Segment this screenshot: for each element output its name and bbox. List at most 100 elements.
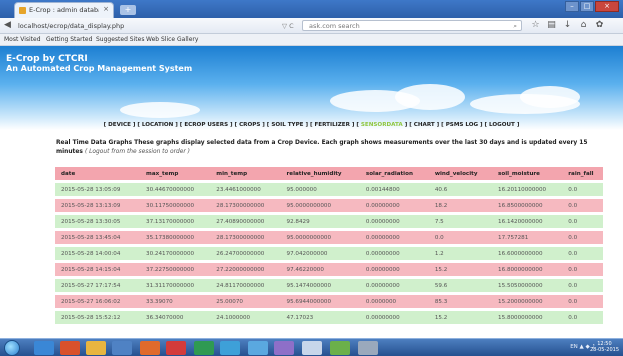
- table-cell-soil-moisture: 16.8000000000: [492, 263, 563, 276]
- column-header-wind-velocity: wind_velocity: [428, 167, 493, 180]
- table-cell-rain-fall: 0.0: [562, 311, 603, 324]
- sensor-data-table: date max_temp min_temp relative_humidity sol…: [55, 164, 603, 327]
- reading-list-icon[interactable]: ▤: [546, 20, 557, 31]
- nav-link-soil-type[interactable]: SOIL TYPE: [271, 122, 303, 128]
- nav-link-psms-log[interactable]: PSMS LOG: [446, 122, 478, 128]
- table-cell-wind-velocity: 15.2: [428, 311, 493, 324]
- media-icon[interactable]: [60, 341, 80, 355]
- table-cell-soil-moisture: 16.20110000000: [492, 183, 563, 196]
- table-cell-max-temp: 35.17380000000: [140, 231, 211, 244]
- url-field[interactable]: localhost/ecrop/data_display.php: [18, 22, 124, 30]
- table-cell-wind-velocity: 7.5: [428, 215, 493, 228]
- table-cell-relative-humidity: 97.042000000: [280, 247, 360, 260]
- table-cell-rain-fall: 0.0: [562, 295, 603, 308]
- bookmark-getting-started[interactable]: Getting Started: [46, 36, 92, 43]
- table-cell-wind-velocity: 40.6: [428, 183, 493, 196]
- back-arrow-icon[interactable]: ◀: [4, 20, 11, 30]
- table-row: 2015-05-28 13:05:09 30.44670000000 23.4461…: [55, 183, 603, 196]
- column-header-min-temp: min_temp: [210, 167, 281, 180]
- table-cell-max-temp: 37.22750000000: [140, 263, 211, 276]
- table-cell-date: 2015-05-28 13:45:04: [55, 231, 141, 244]
- nav-link-fertilizer[interactable]: FERTILIZER: [314, 122, 349, 128]
- table-cell-wind-velocity: 18.2: [428, 199, 493, 212]
- table-cell-solar-radiation: 0.00144800: [359, 183, 429, 196]
- table-cell-relative-humidity: 95.0000000000: [280, 231, 360, 244]
- nav-link-crops[interactable]: CROPS: [239, 122, 260, 128]
- table-cell-solar-radiation: 0.00000000: [359, 263, 429, 276]
- app-icon[interactable]: [274, 341, 294, 355]
- table-cell-solar-radiation: 0.00000000: [359, 199, 429, 212]
- start-button[interactable]: [4, 340, 20, 356]
- browser-tab-bar: E-Crop : admin database × + – □ ×: [0, 0, 623, 18]
- search-placeholder: ask.com search: [309, 22, 360, 30]
- table-cell-date: 2015-05-28 15:52:12: [55, 311, 141, 324]
- table-cell-wind-velocity: 85.3: [428, 295, 493, 308]
- table-cell-min-temp: 23.4461000000: [210, 183, 281, 196]
- search-input[interactable]: ask.com search ⌕: [302, 20, 522, 31]
- download-icon[interactable]: ↓: [562, 20, 573, 31]
- table-row: 2015-05-28 13:13:09 30.11750000000 28.1730…: [55, 199, 603, 212]
- nav-link-logout[interactable]: LOGOUT: [489, 122, 515, 128]
- bookmark-star-icon[interactable]: ☆: [530, 20, 541, 31]
- cloud-decoration: [520, 86, 580, 108]
- bookmark-suggested-sites[interactable]: Suggested Sites: [96, 36, 144, 43]
- column-header-soil-moisture: soil_moisture: [492, 167, 563, 180]
- table-cell-relative-humidity: 95.0000000000: [280, 199, 360, 212]
- table-cell-rain-fall: 0.0: [562, 279, 603, 292]
- browser-tab[interactable]: E-Crop : admin database ×: [14, 2, 114, 18]
- table-cell-soil-moisture: 16.1420000000: [492, 215, 563, 228]
- explorer-icon[interactable]: [248, 341, 268, 355]
- close-window-button[interactable]: ×: [595, 1, 619, 12]
- windows-taskbar: EN ▲ ◆ ♪ 12:50 28-05-2015: [0, 338, 623, 356]
- table-cell-date: 2015-05-27 17:17:54: [55, 279, 141, 292]
- nav-link-device[interactable]: DEVICE: [108, 122, 131, 128]
- bookmark-most-visited[interactable]: Most Visited: [4, 36, 41, 43]
- table-cell-soil-moisture: 15.2000000000: [492, 295, 563, 308]
- nav-link-chart[interactable]: CHART: [414, 122, 435, 128]
- table-cell-soil-moisture: 15.5050000000: [492, 279, 563, 292]
- acrobat-icon[interactable]: [166, 341, 186, 355]
- tab-close-icon[interactable]: ×: [103, 5, 109, 13]
- window-controls: – □ ×: [564, 1, 619, 13]
- excel-icon[interactable]: [194, 341, 214, 355]
- table-cell-relative-humidity: 47.17023: [280, 311, 360, 324]
- ie-icon[interactable]: [34, 341, 54, 355]
- site-favicon-icon: [19, 7, 26, 14]
- bookmark-web-slice-gallery[interactable]: Web Slice Gallery: [146, 36, 198, 43]
- word-icon[interactable]: [112, 341, 132, 355]
- settings-icon[interactable]: [358, 341, 378, 355]
- tab-title: E-Crop : admin database: [29, 6, 99, 14]
- table-cell-rain-fall: 0.0: [562, 263, 603, 276]
- site-title: E-Crop by CTCRI: [6, 54, 88, 64]
- maximize-button[interactable]: □: [580, 1, 594, 12]
- table-cell-max-temp: 30.24170000000: [140, 247, 211, 260]
- nav-link-ecrop-users[interactable]: ECROP USERS: [184, 122, 228, 128]
- table-cell-date: 2015-05-28 13:05:09: [55, 183, 141, 196]
- nav-link-sensordata[interactable]: SENSORDATA: [361, 122, 403, 128]
- new-tab-button[interactable]: +: [120, 5, 136, 15]
- description-note: ( Logout from the session to order ): [84, 148, 190, 155]
- addon-icon[interactable]: ✿: [594, 20, 605, 31]
- table-cell-max-temp: 30.44670000000: [140, 183, 211, 196]
- table-cell-date: 2015-05-28 14:00:04: [55, 247, 141, 260]
- reload-icon[interactable]: ▽ C: [282, 22, 294, 30]
- paint-icon[interactable]: [302, 341, 322, 355]
- minimize-button[interactable]: –: [565, 1, 579, 12]
- site-banner: E-Crop by CTCRI An Automated Crop Manage…: [0, 46, 623, 130]
- table-cell-min-temp: 25.00070: [210, 295, 281, 308]
- firefox-icon[interactable]: [140, 341, 160, 355]
- calc-icon[interactable]: [330, 341, 350, 355]
- clock[interactable]: 12:50 28-05-2015: [590, 341, 619, 353]
- table-cell-soil-moisture: 16.8500000000: [492, 199, 563, 212]
- search-icon[interactable]: ⌕: [513, 22, 517, 31]
- table-cell-min-temp: 24.1000000: [210, 311, 281, 324]
- column-header-relative-humidity: relative_humidity: [280, 167, 360, 180]
- home-icon[interactable]: ⌂: [578, 20, 589, 31]
- column-header-solar-radiation: solar_radiation: [359, 167, 429, 180]
- nav-link-location[interactable]: LOCATION: [142, 122, 173, 128]
- table-cell-date: 2015-05-27 16:06:02: [55, 295, 141, 308]
- table-cell-rain-fall: 0.0: [562, 247, 603, 260]
- chrome-icon[interactable]: [220, 341, 240, 355]
- table-cell-rain-fall: 0.0: [562, 231, 603, 244]
- folder-icon[interactable]: [86, 341, 106, 355]
